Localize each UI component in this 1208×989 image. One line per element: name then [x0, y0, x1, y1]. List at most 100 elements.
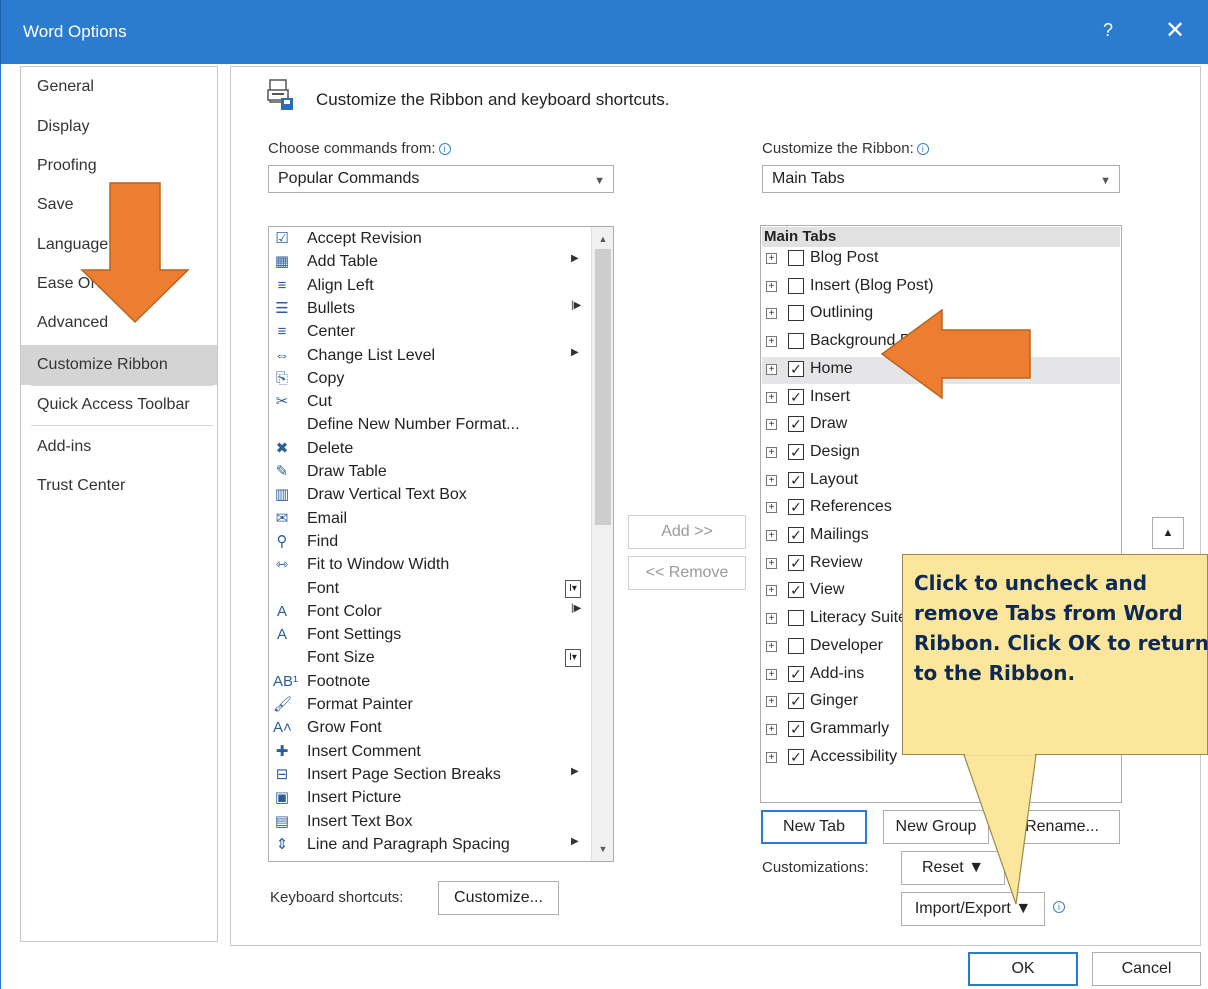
command-item[interactable]: ⎘ Copy [269, 368, 589, 391]
command-item[interactable]: A˄ Grow Font [269, 717, 589, 740]
command-item[interactable]: ✎ Draw Table [269, 461, 589, 484]
tab-checkbox[interactable]: ✓ [788, 471, 804, 488]
command-item[interactable]: ▣ Insert Picture [269, 787, 589, 810]
command-item[interactable]: ▤ Insert Text Box [269, 811, 589, 834]
commands-scrollbar[interactable]: ▲ ▼ [591, 227, 613, 861]
expand-icon[interactable]: + [766, 253, 777, 264]
tab-checkbox[interactable] [788, 637, 804, 654]
nav-item-trust-center[interactable]: Trust Center [21, 466, 217, 506]
info-icon[interactable]: i [916, 143, 929, 155]
tab-checkbox[interactable] [788, 305, 804, 322]
expand-icon[interactable]: + [766, 363, 777, 375]
command-item[interactable]: ⇕ Line and Paragraph Spacing ▶ [269, 834, 589, 857]
scroll-thumb[interactable] [595, 249, 611, 525]
ribbon-tab-item[interactable]: + ✓ Design [762, 440, 1120, 467]
tab-checkbox[interactable]: ✓ [788, 360, 804, 377]
expand-icon[interactable]: + [766, 585, 777, 597]
new-tab-button[interactable]: New Tab [761, 810, 867, 844]
command-item[interactable]: ✖ Delete [269, 438, 589, 461]
expand-icon[interactable]: + [766, 336, 777, 348]
help-button[interactable]: ? [1103, 20, 1113, 41]
cancel-button[interactable]: Cancel [1092, 952, 1201, 986]
command-item[interactable]: ≡ Align Left [269, 275, 589, 298]
tab-checkbox[interactable]: ✓ [788, 443, 804, 460]
expand-icon[interactable]: + [766, 474, 777, 486]
expand-icon[interactable]: + [766, 668, 777, 680]
tab-checkbox[interactable] [788, 250, 804, 266]
command-item[interactable]: ⇿ Fit to Window Width [269, 554, 589, 577]
command-item[interactable]: ≡ Center [269, 321, 589, 344]
command-item[interactable]: ✚ Insert Comment [269, 741, 589, 764]
resize-grip[interactable] [1201, 980, 1208, 989]
expand-icon[interactable]: + [766, 751, 777, 763]
tab-checkbox[interactable]: ✓ [788, 665, 804, 682]
command-label: Copy [307, 369, 345, 387]
nav-item-add-ins[interactable]: Add-ins [21, 427, 217, 467]
command-item[interactable]: A Font Color |▶ [269, 601, 589, 624]
expand-icon[interactable]: + [766, 502, 777, 514]
tab-checkbox[interactable]: ✓ [788, 693, 804, 710]
commands-list[interactable]: ⇕ Line and Paragraph Spacing ▶ ▤ Insert Text… [268, 226, 614, 862]
tab-checkbox[interactable]: ✓ [788, 582, 804, 599]
command-item[interactable]: ✂ Cut [269, 391, 589, 414]
command-item[interactable]: ▥ Draw Vertical Text Box [269, 484, 589, 507]
tab-checkbox[interactable] [788, 277, 804, 294]
add-button[interactable]: Add >> [628, 515, 746, 549]
command-item[interactable]: 🖌 Format Painter [269, 694, 589, 717]
expand-icon[interactable]: + [766, 557, 777, 569]
tab-checkbox[interactable]: ✓ [788, 554, 804, 571]
command-item[interactable]: Font I▾ [269, 578, 589, 601]
nav-item-general[interactable]: General [21, 67, 217, 107]
remove-button[interactable]: << Remove [628, 556, 746, 590]
ribbon-tab-item[interactable]: + Blog Post [762, 246, 1120, 273]
command-item[interactable]: A Font Settings [269, 624, 589, 647]
expand-icon[interactable]: + [766, 696, 777, 708]
expand-icon[interactable]: + [766, 419, 777, 431]
choose-commands-dropdown[interactable]: Popular Commands ▼ [268, 165, 614, 193]
command-item[interactable]: ✉ Email [269, 508, 589, 531]
tab-checkbox[interactable]: ✓ [788, 748, 804, 765]
command-item[interactable]: ⊟ Insert Page Section Breaks ▶ [269, 764, 589, 787]
ribbon-tab-item[interactable]: + Insert (Blog Post) [762, 274, 1120, 301]
customize-shortcuts-button[interactable]: Customize... [438, 881, 559, 915]
expand-icon[interactable]: + [766, 446, 777, 458]
command-item[interactable]: AB¹ Footnote [269, 671, 589, 694]
command-item[interactable]: ⇔ Change List Level ▶ [269, 345, 589, 368]
command-item[interactable]: ☰ Bullets |▶ [269, 298, 589, 321]
tab-checkbox[interactable]: ✓ [788, 499, 804, 516]
ribbon-tab-item[interactable]: + ✓ References [762, 495, 1120, 522]
nav-item-customize-ribbon[interactable]: Customize Ribbon [21, 345, 217, 385]
page-break-icon: ⊟ [275, 765, 289, 783]
ribbon-tab-item[interactable]: + ✓ Draw [762, 412, 1120, 439]
expand-icon[interactable]: + [766, 391, 777, 403]
ribbon-tab-item[interactable]: + ✓ Mailings [762, 523, 1120, 550]
expand-icon[interactable]: + [766, 640, 777, 652]
command-item[interactable]: ⚲ Find [269, 531, 589, 554]
nav-item-proofing[interactable]: Proofing [21, 146, 217, 186]
close-button[interactable]: ✕ [1165, 16, 1185, 45]
command-item[interactable]: Define New Number Format... [269, 414, 589, 437]
customize-ribbon-dropdown[interactable]: Main Tabs ▼ [762, 165, 1120, 193]
tab-checkbox[interactable] [788, 333, 804, 350]
scroll-down-icon[interactable]: ▼ [592, 839, 613, 859]
tab-checkbox[interactable]: ✓ [788, 388, 804, 405]
command-item[interactable]: Font Size I▾ [269, 647, 589, 670]
ribbon-tab-item[interactable]: + ✓ Layout [762, 468, 1120, 495]
command-item[interactable]: ☑ Accept Revision [269, 228, 589, 251]
move-up-button[interactable]: ▲ [1152, 517, 1184, 549]
expand-icon[interactable]: + [766, 280, 777, 292]
expand-icon[interactable]: + [766, 613, 777, 625]
info-icon[interactable]: i [438, 143, 451, 155]
ok-button[interactable]: OK [968, 952, 1078, 986]
scroll-up-icon[interactable]: ▲ [592, 229, 613, 249]
expand-icon[interactable]: + [766, 530, 777, 541]
tab-checkbox[interactable]: ✓ [788, 720, 804, 737]
tab-checkbox[interactable]: ✓ [788, 527, 804, 543]
nav-item-display[interactable]: Display [21, 107, 217, 147]
expand-icon[interactable]: + [766, 723, 777, 735]
nav-item-quick-access-toolbar[interactable]: Quick Access Toolbar [21, 385, 217, 425]
tab-checkbox[interactable]: ✓ [788, 416, 804, 433]
command-item[interactable]: ▦ Add Table ▶ [269, 251, 589, 274]
tab-checkbox[interactable] [788, 610, 804, 627]
expand-icon[interactable]: + [766, 308, 777, 320]
